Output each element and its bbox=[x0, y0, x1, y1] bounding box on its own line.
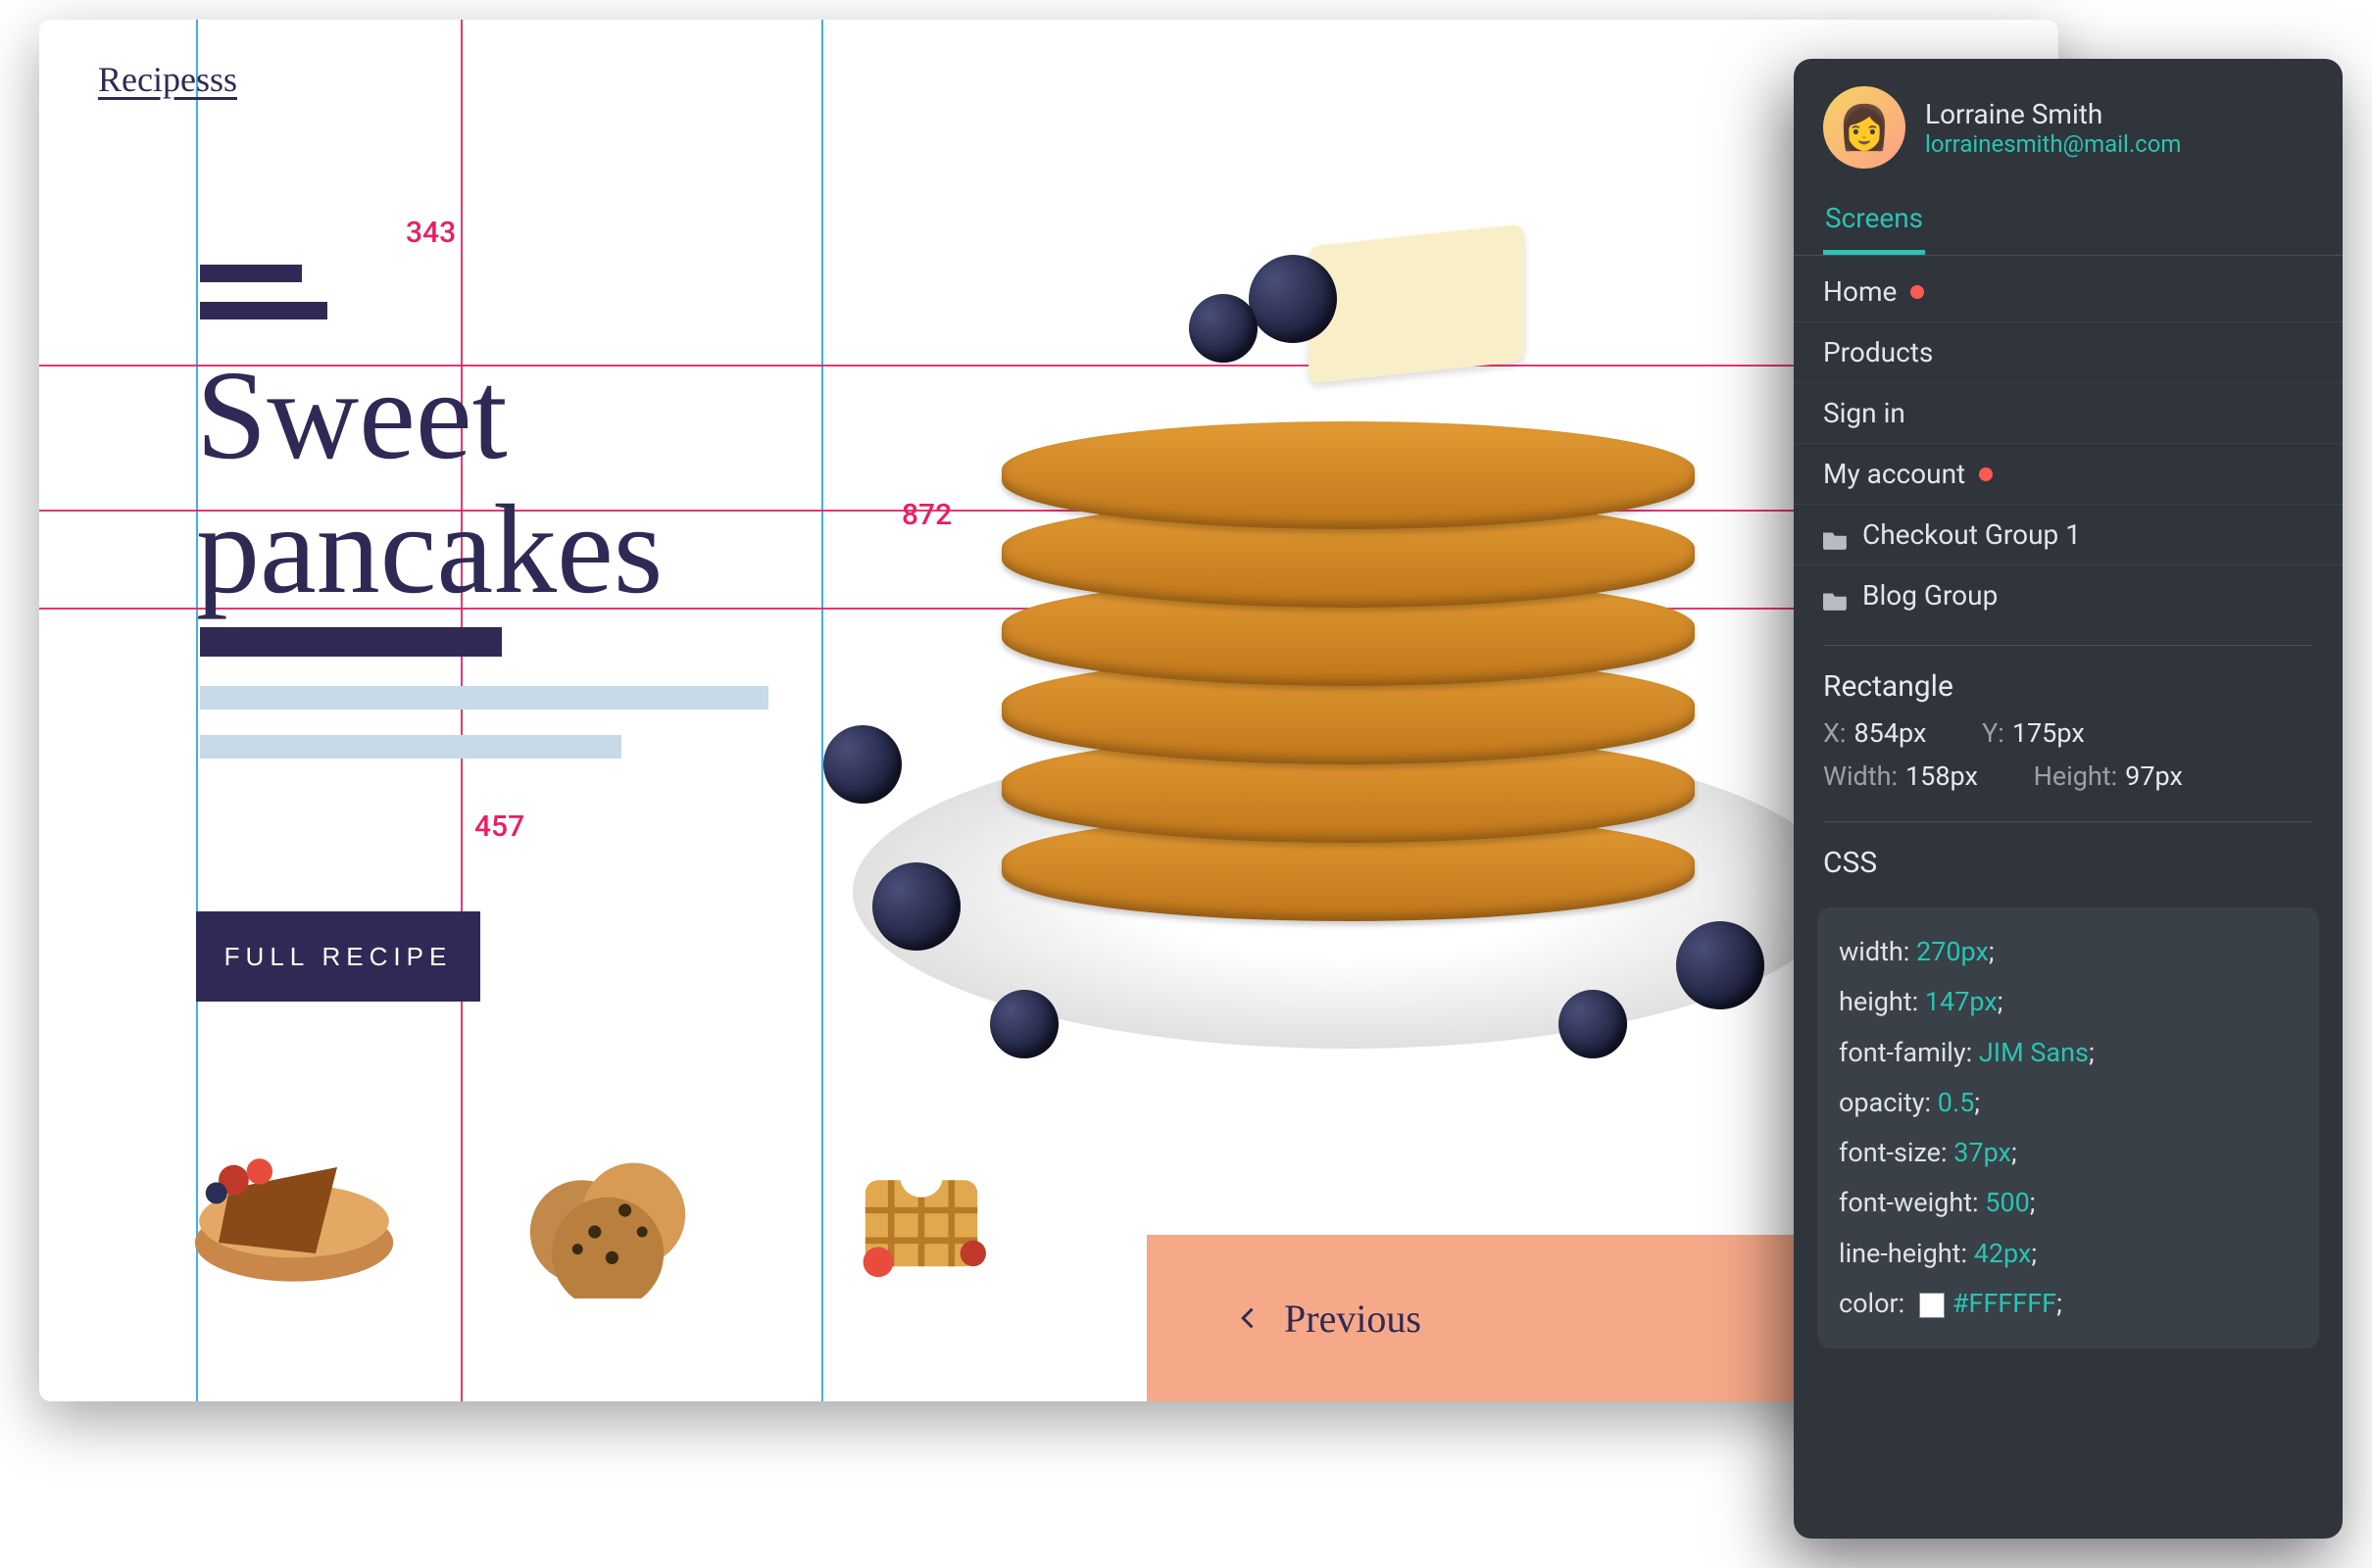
skeleton-bar bbox=[200, 627, 502, 657]
thumbnail-cookies[interactable] bbox=[480, 1107, 735, 1313]
prop-height: 97px bbox=[2125, 760, 2183, 792]
skeleton-bar bbox=[200, 735, 621, 759]
thumbnail-crepes[interactable] bbox=[167, 1107, 421, 1313]
tab-screens[interactable]: Screens bbox=[1823, 190, 1925, 255]
chevron-left-icon bbox=[1235, 1304, 1262, 1332]
skeleton-bar bbox=[200, 265, 302, 282]
selection-properties: Rectangle X:854px Y:175px Width:158px He… bbox=[1794, 660, 2343, 808]
selection-title: Rectangle bbox=[1823, 669, 2313, 704]
css-line: line-height: 42px; bbox=[1839, 1229, 2298, 1279]
inspector-panel: 👩 Lorraine Smith lorrainesmith@mail.com … bbox=[1794, 59, 2343, 1539]
css-title: CSS bbox=[1823, 846, 2313, 880]
color-swatch bbox=[1919, 1293, 1945, 1318]
previous-label: Previous bbox=[1284, 1296, 1421, 1342]
screen-row-products[interactable]: Products bbox=[1794, 322, 2343, 383]
prop-x: 854px bbox=[1853, 717, 1926, 749]
previous-link[interactable]: Previous bbox=[1235, 1296, 1421, 1342]
screen-label: Products bbox=[1823, 336, 1933, 368]
folder-icon bbox=[1823, 585, 1849, 607]
css-line: font-family: JIM Sans; bbox=[1839, 1028, 2298, 1078]
thumbnail-waffles[interactable] bbox=[794, 1107, 1049, 1313]
page-headline: Sweet pancakes bbox=[196, 349, 663, 616]
logo-link[interactable]: Recipesss bbox=[98, 59, 237, 100]
prop-y: 175px bbox=[2012, 717, 2085, 749]
full-recipe-button[interactable]: FULL RECIPE bbox=[196, 911, 480, 1002]
headline-line2: pancakes bbox=[196, 483, 663, 617]
skeleton-bar bbox=[200, 302, 327, 319]
user-email[interactable]: lorrainesmith@mail.com bbox=[1925, 130, 2181, 158]
hero-image-pancakes bbox=[853, 137, 1843, 1117]
folder-icon bbox=[1823, 524, 1849, 546]
screen-row-home[interactable]: Home bbox=[1794, 262, 2343, 322]
screen-label: My account bbox=[1823, 458, 1965, 490]
headline-line1: Sweet bbox=[196, 345, 508, 486]
screen-label: Home bbox=[1823, 275, 1897, 308]
css-line: opacity: 0.5; bbox=[1839, 1078, 2298, 1128]
screen-row-blog-group[interactable]: Blog Group bbox=[1794, 565, 2343, 625]
css-line: height: 147px; bbox=[1839, 977, 2298, 1027]
screen-label: Checkout Group 1 bbox=[1862, 518, 2081, 551]
dimension-label: 343 bbox=[406, 216, 456, 250]
screen-row-sign-in[interactable]: Sign in bbox=[1794, 383, 2343, 444]
css-line: font-size: 37px; bbox=[1839, 1128, 2298, 1178]
screen-label: Sign in bbox=[1823, 397, 1905, 429]
css-line: width: 270px; bbox=[1839, 927, 2298, 977]
status-dot-icon bbox=[1979, 467, 1993, 481]
prop-width: 158px bbox=[1905, 760, 1978, 792]
user-avatar[interactable]: 👩 bbox=[1823, 86, 1905, 169]
design-canvas[interactable]: 343 872 457 Recipesss Sweet pancakes FUL… bbox=[39, 20, 2058, 1401]
css-code-panel[interactable]: width: 270px;height: 147px;font-family: … bbox=[1817, 907, 2319, 1348]
css-line: font-weight: 500; bbox=[1839, 1178, 2298, 1228]
dimension-label: 457 bbox=[474, 809, 524, 844]
css-line: color: #FFFFFF; bbox=[1839, 1279, 2298, 1329]
user-name: Lorraine Smith bbox=[1925, 98, 2181, 130]
screens-list: Home Products Sign in My account Checkout Gr… bbox=[1794, 256, 2343, 631]
skeleton-bar bbox=[200, 686, 768, 710]
status-dot-icon bbox=[1910, 285, 1924, 299]
screen-label: Blog Group bbox=[1862, 579, 1998, 612]
vertical-guide bbox=[461, 20, 463, 1401]
screen-row-checkout-group-1[interactable]: Checkout Group 1 bbox=[1794, 505, 2343, 565]
screen-row-my-account[interactable]: My account bbox=[1794, 444, 2343, 505]
